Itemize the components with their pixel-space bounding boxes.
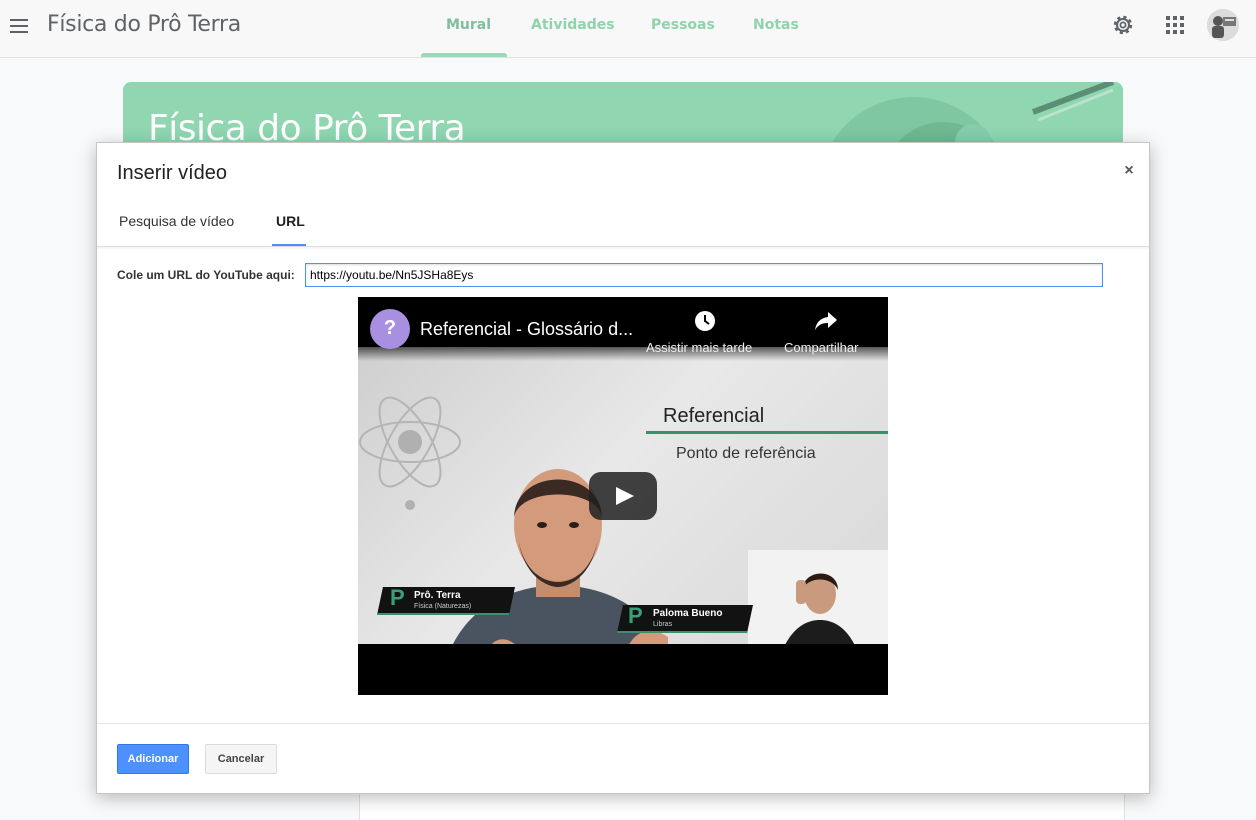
tab-video-search[interactable]: Pesquisa de vídeo	[119, 213, 234, 229]
slide-rule	[646, 431, 888, 434]
avatar[interactable]	[1207, 9, 1239, 41]
gear-icon[interactable]	[1111, 13, 1135, 37]
watch-later-label[interactable]: Assistir mais tarde	[646, 340, 752, 355]
video-title[interactable]: Referencial - Glossário d...	[420, 319, 633, 340]
channel-logo-icon[interactable]: ?	[370, 309, 410, 349]
insert-video-dialog: Inserir vídeo × Pesquisa de vídeo URL Co…	[96, 142, 1150, 794]
presenter-name: Prô. Terra	[414, 590, 461, 601]
class-title[interactable]: Física do Prô Terra	[47, 12, 241, 37]
top-app-bar: Física do Prô Terra Mural Atividades Pes…	[0, 0, 1256, 58]
tab-atividades[interactable]: Atividades	[531, 17, 615, 33]
interpreter-figure	[785, 573, 854, 644]
presenter-logo: P	[390, 585, 405, 610]
share-label[interactable]: Compartilhar	[784, 340, 858, 355]
tab-url[interactable]: URL	[276, 213, 305, 229]
share-icon[interactable]	[814, 310, 838, 332]
apps-grid-icon[interactable]	[1164, 14, 1186, 36]
tabs-divider	[97, 246, 1149, 247]
video-preview[interactable]: Referencial Ponto de referência P Prô. T…	[358, 297, 888, 695]
interpreter-role: Libras	[653, 621, 673, 628]
interpreter-name: Paloma Bueno	[653, 608, 723, 619]
url-field-label: Cole um URL do YouTube aqui:	[117, 268, 295, 282]
avatar-image	[1207, 9, 1239, 41]
footer-divider	[97, 723, 1149, 724]
channel-logo-letter: ?	[383, 317, 397, 339]
dialog-title: Inserir vídeo	[117, 162, 228, 184]
tab-notas[interactable]: Notas	[753, 17, 799, 33]
url-input[interactable]	[305, 263, 1103, 287]
tab-mural[interactable]: Mural	[446, 17, 491, 33]
play-button[interactable]	[589, 472, 657, 520]
presenter-role: Física (Naturezas)	[414, 603, 472, 610]
menu-icon[interactable]	[8, 14, 32, 38]
clock-icon[interactable]	[693, 309, 717, 333]
close-icon[interactable]: ×	[1121, 163, 1137, 179]
tab-pessoas[interactable]: Pessoas	[651, 17, 715, 33]
cancel-button[interactable]: Cancelar	[205, 744, 277, 774]
interpreter-logo: P	[628, 603, 643, 628]
slide-heading: Referencial	[663, 405, 765, 427]
sign-language-window	[748, 550, 888, 644]
play-icon	[616, 487, 634, 505]
add-button[interactable]: Adicionar	[117, 744, 189, 774]
active-tab-indicator	[421, 53, 507, 57]
